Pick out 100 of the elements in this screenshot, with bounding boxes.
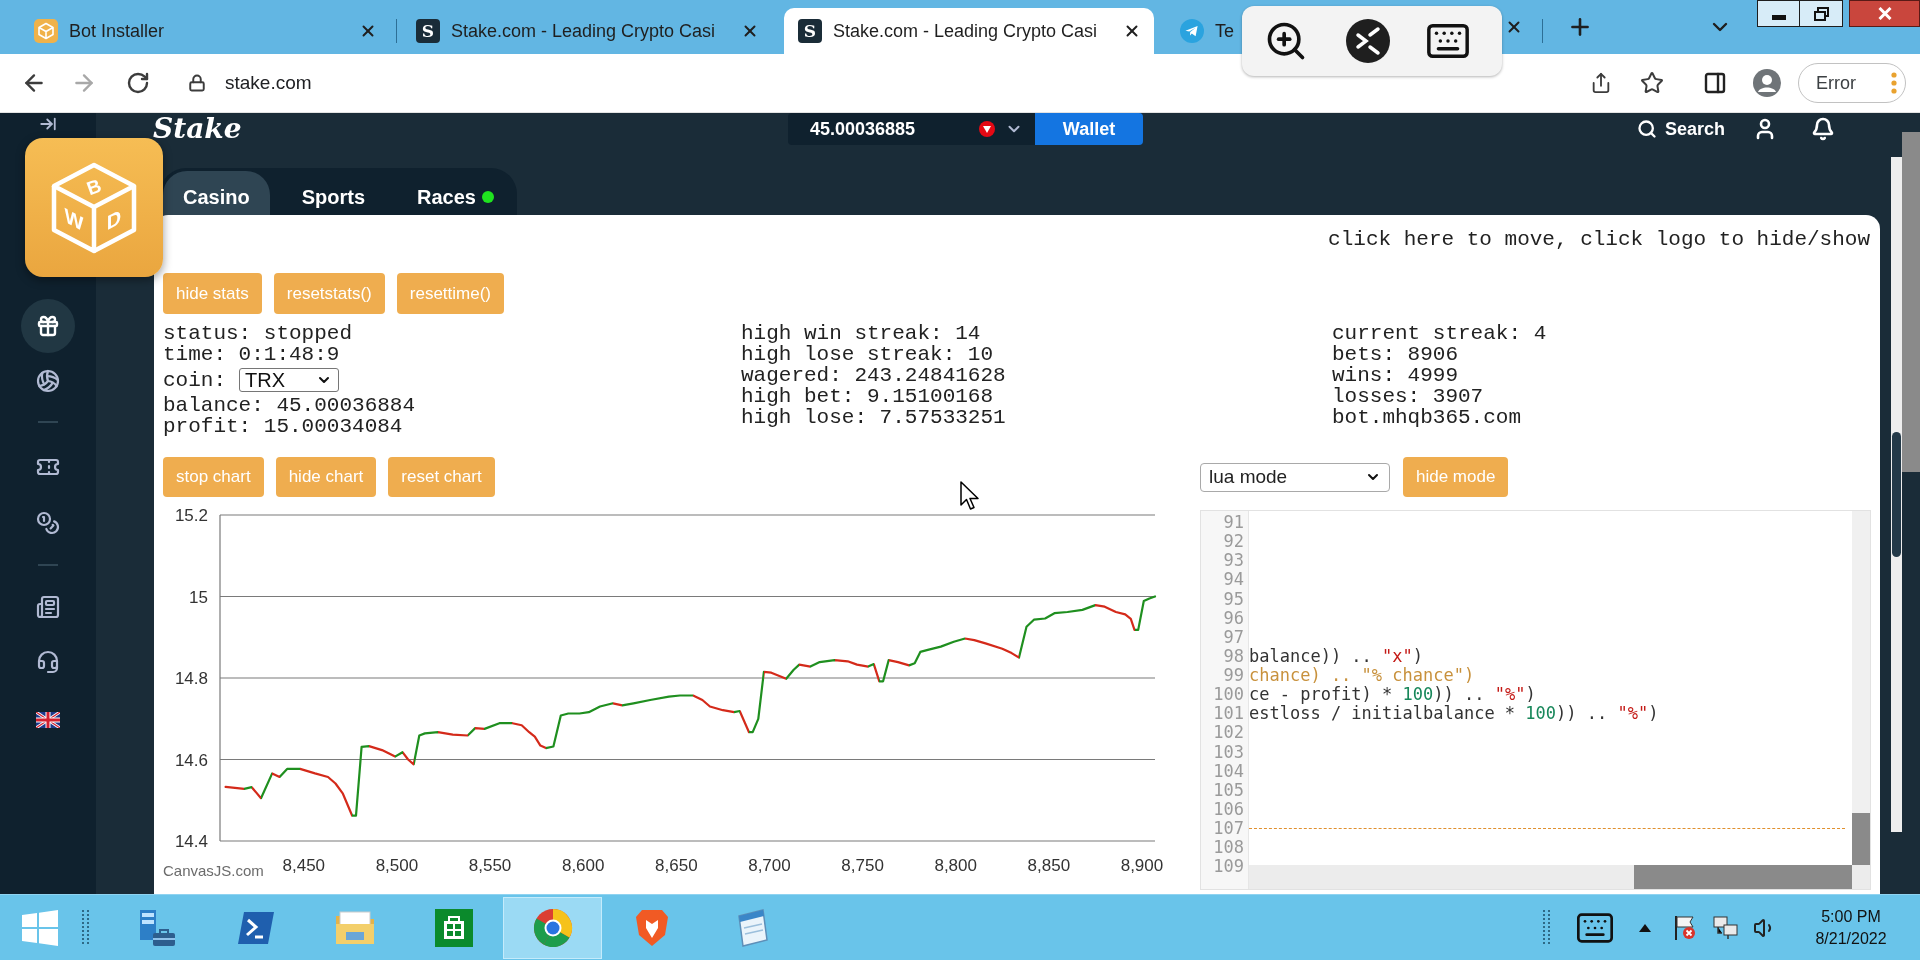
vertical-scrollbar[interactable] <box>1852 511 1870 865</box>
grip-icon <box>82 909 90 946</box>
x-axis-label: 8,450 <box>282 856 326 875</box>
line-number: 106 <box>1213 800 1244 818</box>
scrollbar-thumb[interactable] <box>1902 132 1920 472</box>
minimize-icon <box>1771 15 1786 20</box>
line-number: 96 <box>1223 609 1244 627</box>
y-axis-label: 14.6 <box>174 750 208 770</box>
paper-plane-icon <box>1180 19 1204 43</box>
stat-text: wagered: 243.24841628 <box>741 365 1006 386</box>
newspaper-icon[interactable] <box>36 595 60 619</box>
line-number: 109 <box>1213 858 1244 876</box>
stat-text: losses: 3907 <box>1332 386 1484 407</box>
ball-icon[interactable] <box>36 369 60 393</box>
line-number: 103 <box>1213 743 1244 761</box>
close-icon <box>1877 7 1892 20</box>
x-axis-label: 8,550 <box>468 856 512 875</box>
flag-icon[interactable] <box>36 712 60 728</box>
balance-selector[interactable]: 45.00036885 <box>788 113 1035 145</box>
nav-tab[interactable]: Races <box>397 171 514 215</box>
network-icon[interactable] <box>1713 915 1739 940</box>
address-field[interactable]: stake.com <box>172 61 1575 105</box>
flag-icon[interactable] <box>1673 914 1697 941</box>
browser-tab[interactable]: S Stake.com - Leading Crypto Casi <box>784 8 1154 54</box>
line-number: 93 <box>1223 552 1244 570</box>
coins-icon[interactable] <box>36 511 60 535</box>
nav-tab[interactable]: Casino <box>163 171 270 215</box>
line-number: 97 <box>1223 628 1244 646</box>
site-favicon: S <box>798 19 822 43</box>
scrollbar-thumb[interactable] <box>1892 432 1901 557</box>
caret-up-icon[interactable] <box>1639 923 1651 932</box>
stat-text: high win streak: 14 <box>741 323 981 344</box>
minimize-button[interactable] <box>1757 0 1800 27</box>
line-number: 94 <box>1223 571 1244 589</box>
clock-time[interactable]: 5:00 PM <box>1821 905 1881 928</box>
restore-button[interactable] <box>1800 0 1843 27</box>
search-button[interactable]: Search <box>1636 115 1725 143</box>
star-icon <box>1640 71 1664 95</box>
folder-icon <box>333 909 376 946</box>
lock-icon <box>188 74 206 92</box>
remote-desktop-icon[interactable] <box>1346 19 1390 63</box>
stat-text: bot.mhqb365.com <box>1332 407 1522 428</box>
grip-icon <box>1543 909 1551 946</box>
scrollbar-thumb[interactable] <box>1634 865 1852 889</box>
y-axis-label: 14.8 <box>174 669 208 688</box>
close-window-button[interactable] <box>1849 0 1920 27</box>
line-number: 107 <box>1213 820 1244 838</box>
y-axis-label: 15.2 <box>174 506 208 525</box>
bell-icon[interactable] <box>1811 117 1835 141</box>
code-editor[interactable]: 91 92 93 94 95 96 97 98 99 100 101 102 103 104 105 106 107 108 109 balance)) .. "x") chance) .. "% chance") ce - profit) * 100)) .. "%") estloss / initialbalance * 100)) .. "%") <box>1200 510 1871 890</box>
y-axis-label: 15 <box>189 587 208 607</box>
stat-text: current streak: 4 <box>1332 323 1547 344</box>
browser-tab[interactable]: S Stake.com - Leading Crypto Casi <box>402 8 772 54</box>
shield-icon <box>633 907 670 948</box>
line-number: 100 <box>1213 686 1244 704</box>
stat-text: wins: 4999 <box>1332 365 1459 386</box>
code-line: balance)) .. "x") <box>1249 647 1424 665</box>
page-scrollbar[interactable] <box>1891 157 1902 832</box>
browser-scrollbar[interactable] <box>1902 113 1920 894</box>
drag-hint[interactable]: click here to move, click logo to hide/show <box>1328 229 1870 250</box>
share-icon <box>1590 72 1612 94</box>
horizontal-scrollbar[interactable] <box>1249 865 1870 889</box>
line-number: 105 <box>1213 781 1244 799</box>
code-line: ce - profit) * 100)) .. "%") <box>1249 686 1536 704</box>
line-number: 98 <box>1223 647 1244 665</box>
clock-date[interactable]: 8/21/2022 <box>1815 927 1887 950</box>
line-number: 99 <box>1223 667 1244 685</box>
arrow-to-line-icon[interactable] <box>39 115 57 133</box>
stat-text: high lose: 7.57533251 <box>741 407 1006 428</box>
browser-icon <box>532 907 573 948</box>
code-line: chance) .. "% chance") <box>1249 667 1475 685</box>
line-number: 104 <box>1213 762 1244 780</box>
line-number: 102 <box>1213 724 1244 742</box>
x-axis-label: 8,650 <box>655 856 698 875</box>
more-vertical-icon <box>1891 72 1897 94</box>
taskbar-app[interactable] <box>503 896 602 959</box>
browser-tab[interactable]: Te <box>1166 8 1242 54</box>
wallet-button[interactable]: Wallet <box>1035 113 1143 145</box>
close-icon <box>1505 18 1523 36</box>
browser-tab[interactable]: Bot Installer <box>20 8 390 54</box>
coin-select[interactable]: TRX <box>239 368 339 392</box>
mouse-cursor-icon <box>960 481 980 511</box>
scrollbar-thumb[interactable] <box>1852 813 1870 865</box>
mode-select[interactable]: lua mode <box>1200 462 1390 492</box>
stat-text: profit: 15.00034084 <box>163 416 403 437</box>
headset-icon[interactable] <box>36 650 60 674</box>
shopping-bag-icon <box>434 908 473 947</box>
avatar-icon <box>1753 69 1781 97</box>
x-axis-label: 8,750 <box>841 856 884 875</box>
nav-tab[interactable]: Sports <box>281 171 386 215</box>
close-icon <box>1123 22 1141 40</box>
credit-link[interactable]: CanvasJS.com <box>163 862 264 879</box>
stat-text: high lose streak: 10 <box>741 344 994 365</box>
close-icon <box>741 22 759 40</box>
x-axis-label: 8,500 <box>375 856 419 875</box>
x-axis-label: 8,900 <box>1120 856 1163 875</box>
terminal-icon <box>235 909 276 946</box>
line-number: 92 <box>1223 533 1244 551</box>
cube-favicon-icon <box>34 19 58 43</box>
line-number: 91 <box>1223 514 1244 532</box>
